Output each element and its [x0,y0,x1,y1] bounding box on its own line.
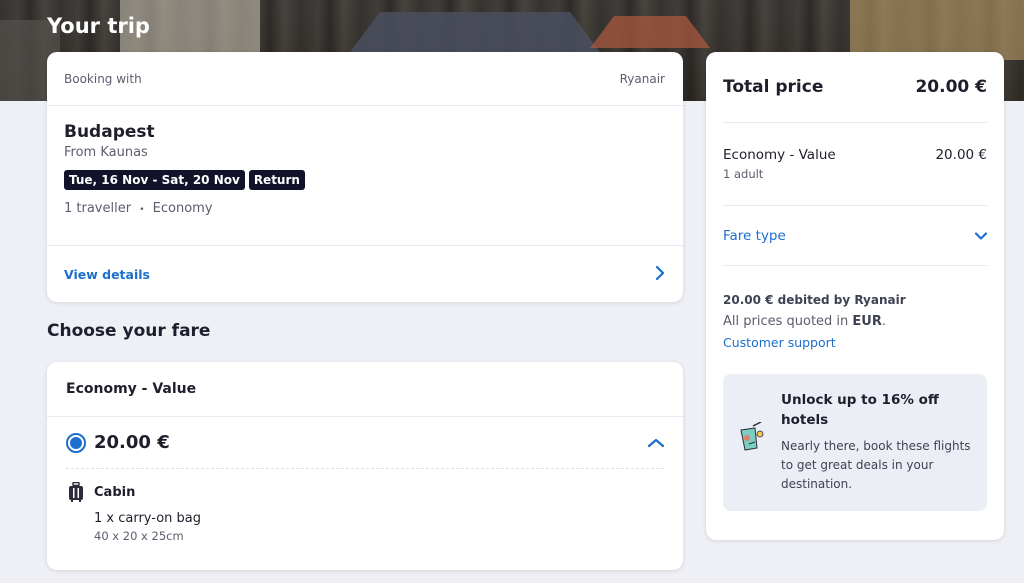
trip-type-badge: Return [248,170,305,190]
trip-tags: Tue, 16 Nov - Sat, 20 Nov Return [64,170,666,190]
trip-meta: 1 traveller • Economy [64,201,666,216]
radio-selected-dot [70,436,82,449]
total-price-label: Total price [723,77,824,97]
view-details-row[interactable]: View details [47,246,683,302]
fare-price: 20.00 € [94,432,170,453]
hero-image-roof [850,0,1024,60]
chevron-up-icon[interactable] [647,433,665,452]
chevron-down-icon[interactable] [974,228,988,244]
currency-note-suffix: . [881,314,887,329]
trip-summary: Budapest From Kaunas Tue, 16 Nov - Sat, … [47,106,683,246]
cabin-baggage-section: Cabin 1 x carry-on bag 40 x 20 x 25cm [47,469,683,543]
fare-type-label[interactable]: Fare type [723,228,786,244]
chevron-right-icon[interactable] [655,265,665,284]
luggage-icon [66,482,86,502]
fare-option[interactable]: 20.00 € [66,417,665,469]
hotel-promo: Unlock up to 16% off hotels Nearly there… [723,374,987,511]
promo-title: Unlock up to 16% off hotels [781,392,939,428]
total-price-value: 20.00 € [915,77,987,97]
total-price-row: Total price 20.00 € [723,52,987,123]
hero-image-roof [590,16,710,48]
meta-separator: • [139,205,145,215]
booking-with-label: Booking with [64,71,142,86]
cabin-class: Economy [152,201,213,216]
currency-note: All prices quoted in EUR. [723,314,987,329]
fare-name: Economy - Value [47,362,683,417]
hero-image-roof [350,12,600,52]
fare-radio-group[interactable]: 20.00 € [66,432,170,453]
cabin-item: 1 x carry-on bag [94,511,201,526]
currency-code: EUR [852,314,882,329]
line-item-passengers: 1 adult [723,167,764,181]
line-item-price: 20.00 € [935,147,987,163]
origin-city: From Kaunas [64,145,148,160]
price-summary-card: Total price 20.00 € Economy - Value 1 ad… [706,52,1004,540]
destination-city: Budapest [64,122,155,142]
travellers-count: 1 traveller [64,201,132,216]
price-line-item: Economy - Value 1 adult 20.00 € [723,123,987,206]
debit-info: 20.00 € debited by Ryanair [723,293,906,307]
dates-badge: Tue, 16 Nov - Sat, 20 Nov [64,170,245,190]
fare-type-toggle[interactable]: Fare type [723,206,988,266]
line-item-label: Economy - Value [723,147,836,163]
choose-fare-heading: Choose your fare [47,321,211,341]
currency-note-prefix: All prices quoted in [723,314,853,329]
customer-support-link[interactable]: Customer support [723,335,987,350]
fare-card: Economy - Value 20.00 € Cabin 1 x carry-… [47,362,683,570]
page-title: Your trip [47,14,150,38]
cocktail-icon [735,390,769,511]
view-details-link[interactable]: View details [64,267,150,282]
trip-card: Booking with Ryanair Budapest From Kauna… [47,52,683,302]
cabin-dimensions: 40 x 20 x 25cm [94,529,184,543]
cabin-heading: Cabin [66,482,664,502]
cabin-title: Cabin [94,484,136,500]
airline-name: Ryanair [619,71,665,86]
promo-text: Nearly there, book these flights to get … [781,439,971,491]
fare-radio-button[interactable] [66,432,86,453]
booking-with-row: Booking with Ryanair [47,52,683,106]
